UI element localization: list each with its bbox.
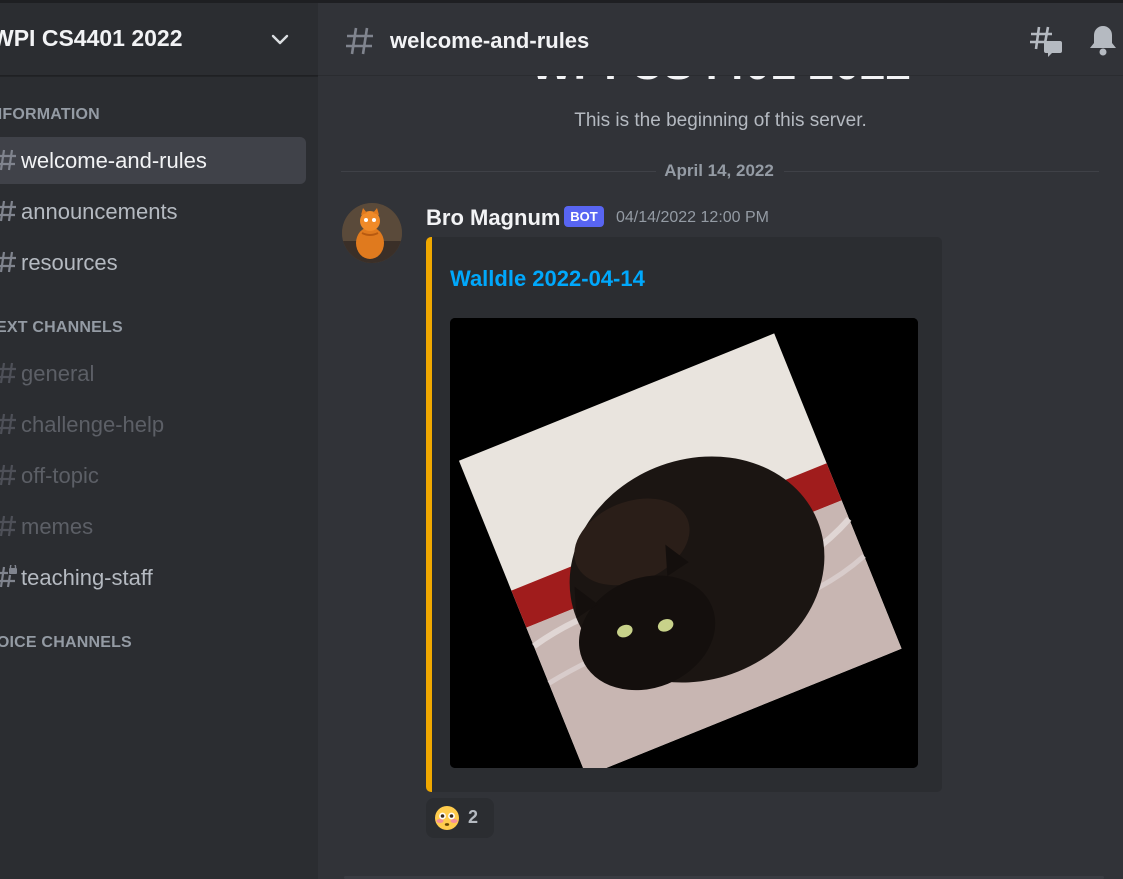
sidebar-channel-memes[interactable]: memes [0,503,306,550]
channel-label: general [21,361,95,386]
channel-label: memes [21,514,94,539]
reaction-count: 2 [468,807,479,827]
flushed-face-icon [435,806,459,830]
message-timestamp: 04/14/2022 12:00 PM [616,209,770,226]
sidebar-channel-general[interactable]: general [0,350,306,397]
hash-icon [0,413,16,435]
bell-icon[interactable] [1088,23,1118,57]
hash-icon [346,27,373,55]
channel-label: challenge-help [21,412,165,437]
channel-label: teaching-staff [21,565,153,590]
hash-icon [0,362,16,384]
embed-image[interactable] [450,318,918,768]
bot-badge: BOT [564,206,604,227]
embed-accent-bar [426,237,432,792]
date-divider: April 14, 2022 [664,161,774,180]
hash-icon [0,464,16,486]
sidebar-channel-teaching-staff[interactable]: teaching-staff [0,554,306,601]
server-beginning-text: This is the beginning of this server. [574,110,867,131]
channel-label: announcements [21,199,178,224]
sidebar-channel-resources[interactable]: resources [0,239,306,286]
category-voice-channels[interactable]: VOICE CHANNELS [0,634,132,652]
message-author[interactable]: Bro Magnum [426,205,560,231]
embed-title-link[interactable]: Walldle 2022-04-14 [450,266,645,292]
reaction-button[interactable]: 2 [426,798,494,838]
category-text-channels[interactable]: TEXT CHANNELS [0,319,123,337]
cat-photo [450,318,918,768]
sidebar-channel-off-topic[interactable]: off-topic [0,452,306,499]
hash-icon [0,149,16,171]
server-header[interactable]: WPI CS4401 2022 [0,3,318,76]
channel-header: welcome-and-rules [318,3,1123,76]
welcome-title-clip: WPI CS4401 2022 [318,76,1123,90]
threads-icon[interactable] [1028,23,1064,59]
chat-area: welcome-and-rules WPI CS4401 2022 This i… [318,3,1123,879]
welcome-title: WPI CS4401 2022 [318,76,1123,90]
divider-line [341,171,656,172]
chevron-down-icon[interactable] [268,27,292,51]
channel-sidebar: WPI CS4401 2022 INFORMATION welcome-and-… [0,3,318,879]
message-embed: Walldle 2022-04-14 [426,237,942,792]
discord-window: WPI CS4401 2022 INFORMATION welcome-and-… [0,0,1123,879]
server-name: WPI CS4401 2022 [0,25,183,51]
divider-line [784,171,1099,172]
avatar-image [342,203,402,263]
channel-label: off-topic [21,463,99,488]
hash-icon [0,200,16,222]
channel-label: welcome-and-rules [21,148,207,173]
category-information[interactable]: INFORMATION [0,106,100,124]
sidebar-channel-announcements[interactable]: announcements [0,188,306,235]
avatar[interactable] [342,203,402,263]
locked-hash-icon [0,565,17,588]
hash-icon [0,515,16,537]
sidebar-channel-challenge-help[interactable]: challenge-help [0,401,306,448]
sidebar-channel-welcome-and-rules[interactable]: welcome-and-rules [0,137,306,184]
channel-label: resources [21,250,118,275]
channel-title: welcome-and-rules [390,28,590,53]
hash-icon [0,251,16,273]
